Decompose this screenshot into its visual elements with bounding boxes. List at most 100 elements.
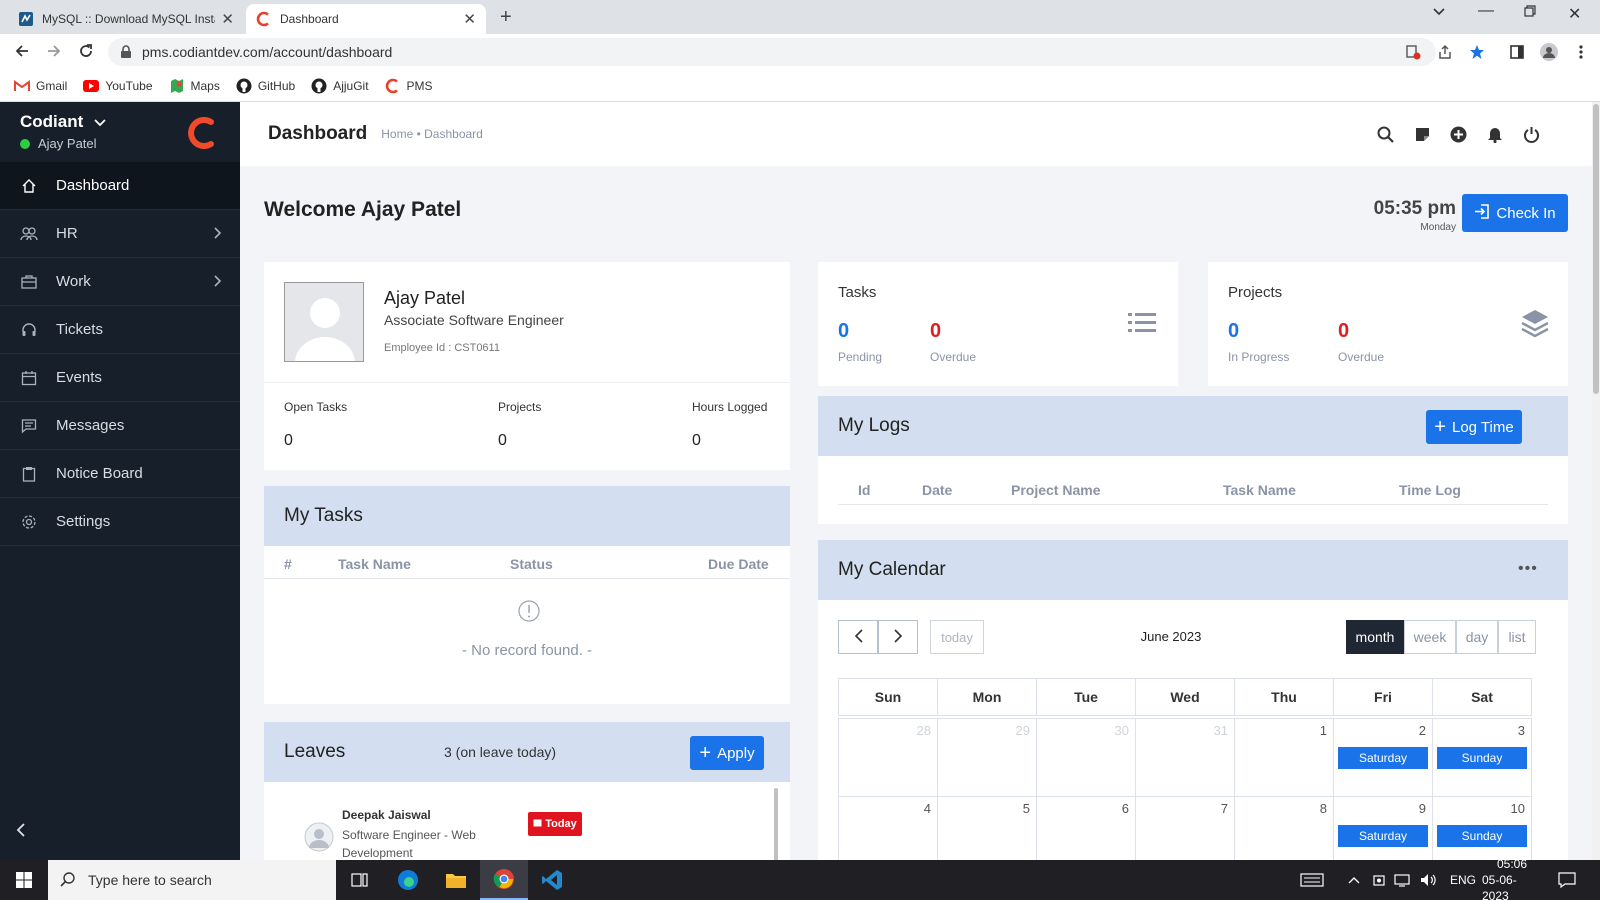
sidebar-item-hr[interactable]: HR <box>0 210 240 258</box>
calendar-event[interactable]: Saturday <box>1338 747 1428 769</box>
bookmark-star-icon[interactable] <box>1468 43 1486 61</box>
column-header-due-date[interactable]: Due Date <box>708 556 769 572</box>
tasks-pending-count[interactable]: 0 <box>838 320 849 343</box>
browser-tab-dashboard[interactable]: Dashboard ✕ <box>246 4 486 34</box>
add-circle-icon[interactable] <box>1448 124 1468 144</box>
close-tab-icon[interactable]: ✕ <box>221 10 234 28</box>
column-header-number[interactable]: # <box>284 556 292 572</box>
calendar-day-cell[interactable]: 9 Saturday <box>1333 796 1433 860</box>
scrollbar-thumb[interactable] <box>1593 104 1599 394</box>
sidebar-item-events[interactable]: Events <box>0 354 240 402</box>
calendar-event[interactable]: Saturday <box>1338 825 1428 847</box>
calendar-day-cell[interactable]: 29 <box>937 718 1037 797</box>
reload-icon[interactable] <box>78 43 94 64</box>
tab-search-icon[interactable] <box>1432 4 1446 23</box>
projects-in-progress-count[interactable]: 0 <box>1228 320 1239 343</box>
meet-now-icon[interactable] <box>1372 860 1386 900</box>
forward-icon[interactable] <box>46 43 62 64</box>
log-time-button[interactable]: + Log Time <box>1426 410 1522 444</box>
search-icon[interactable] <box>1375 124 1395 144</box>
bookmark-ajjugit[interactable]: AjjuGit <box>311 78 369 94</box>
column-header-status[interactable]: Status <box>510 556 553 572</box>
bookmark-github[interactable]: GitHub <box>236 78 295 94</box>
calendar-day-cell[interactable]: 8 <box>1234 796 1334 860</box>
minimize-icon[interactable]: — <box>1478 2 1494 20</box>
taskbar-search[interactable]: Type here to search <box>48 860 336 900</box>
calendar-day-cell[interactable]: 5 <box>937 796 1037 860</box>
close-window-icon[interactable]: ✕ <box>1568 4 1581 24</box>
close-tab-icon[interactable]: ✕ <box>463 10 476 28</box>
bookmark-maps[interactable]: Maps <box>169 78 220 94</box>
calendar-view-day[interactable]: day <box>1456 620 1498 654</box>
calendar-prev-button[interactable] <box>838 620 878 654</box>
notifications-icon[interactable] <box>1558 860 1576 900</box>
calendar-event[interactable]: Sunday <box>1437 747 1527 769</box>
network-icon[interactable] <box>1394 860 1412 900</box>
calendar-day-cell[interactable]: 30 <box>1036 718 1136 797</box>
column-header-id[interactable]: Id <box>858 482 870 498</box>
edge-icon[interactable] <box>384 860 432 900</box>
column-header-task-name[interactable]: Task Name <box>1223 482 1296 498</box>
vscode-icon[interactable] <box>528 860 576 900</box>
bookmark-pms[interactable]: PMS <box>385 78 433 94</box>
bookmark-gmail[interactable]: Gmail <box>14 78 67 94</box>
system-clock[interactable]: 05:06 05-06-2023 <box>1482 857 1542 900</box>
calendar-day-cell[interactable]: 28 <box>838 718 938 797</box>
calendar-day-cell[interactable]: 1 <box>1234 718 1334 797</box>
profile-avatar-icon[interactable] <box>1540 43 1558 61</box>
scrollbar[interactable] <box>774 788 778 860</box>
volume-icon[interactable] <box>1420 860 1438 900</box>
calendar-day-cell[interactable]: 2 Saturday <box>1333 718 1433 797</box>
sidebar-item-dashboard[interactable]: Dashboard <box>0 162 240 210</box>
column-header-time-log[interactable]: Time Log <box>1399 482 1461 498</box>
calendar-view-week[interactable]: week <box>1404 620 1456 654</box>
page-scrollbar[interactable] <box>1592 102 1600 860</box>
back-icon[interactable] <box>14 43 30 64</box>
sidebar-item-settings[interactable]: Settings <box>0 498 240 546</box>
new-tab-icon[interactable]: + <box>500 6 512 29</box>
sidebar-item-messages[interactable]: Messages <box>0 402 240 450</box>
calendar-day-cell[interactable]: 10 Sunday <box>1432 796 1532 860</box>
browser-menu-icon[interactable] <box>1572 43 1590 61</box>
calendar-view-list[interactable]: list <box>1498 620 1536 654</box>
power-icon[interactable] <box>1521 124 1541 144</box>
calendar-day-cell[interactable]: 6 <box>1036 796 1136 860</box>
address-bar[interactable]: pms.codiantdev.com/account/dashboard <box>108 38 1436 66</box>
calendar-view-month[interactable]: month <box>1346 620 1404 654</box>
sticky-note-icon[interactable] <box>1412 124 1432 144</box>
share-icon[interactable] <box>1436 43 1454 61</box>
restore-icon[interactable] <box>1524 4 1536 22</box>
column-header-project-name[interactable]: Project Name <box>1011 482 1100 498</box>
check-in-button[interactable]: Check In <box>1462 194 1568 232</box>
file-explorer-icon[interactable] <box>432 860 480 900</box>
more-options-icon[interactable]: ••• <box>1518 560 1538 578</box>
blocked-popup-icon[interactable] <box>1404 43 1422 61</box>
keyboard-icon[interactable] <box>1300 860 1324 900</box>
calendar-day-cell[interactable]: 4 <box>838 796 938 860</box>
calendar-day-cell[interactable]: 7 <box>1135 796 1235 860</box>
calendar-next-button[interactable] <box>878 620 918 654</box>
task-view-icon[interactable] <box>336 860 384 900</box>
side-panel-icon[interactable] <box>1508 43 1526 61</box>
breadcrumb[interactable]: Home • Dashboard <box>381 127 483 141</box>
sidebar-item-tickets[interactable]: Tickets <box>0 306 240 354</box>
windows-start-icon[interactable] <box>0 860 48 900</box>
calendar-day-cell[interactable]: 3 Sunday <box>1432 718 1532 797</box>
chevron-up-icon[interactable] <box>1348 860 1360 900</box>
tasks-overdue-count[interactable]: 0 <box>930 320 941 343</box>
sidebar-item-work[interactable]: Work <box>0 258 240 306</box>
column-header-task-name[interactable]: Task Name <box>338 556 411 572</box>
bell-icon[interactable] <box>1485 124 1505 144</box>
column-header-date[interactable]: Date <box>922 482 952 498</box>
lock-icon[interactable] <box>120 45 134 59</box>
calendar-today-button[interactable]: today <box>930 620 984 654</box>
language-indicator[interactable]: ENG <box>1450 860 1476 900</box>
calendar-day-cell[interactable]: 31 <box>1135 718 1235 797</box>
browser-tab-mysql[interactable]: MySQL :: Download MySQL Insta ✕ <box>8 4 244 34</box>
sidebar-item-notice-board[interactable]: Notice Board <box>0 450 240 498</box>
collapse-sidebar-icon[interactable] <box>16 823 26 840</box>
apply-leave-button[interactable]: + Apply <box>690 736 764 770</box>
calendar-event[interactable]: Sunday <box>1437 825 1527 847</box>
projects-overdue-count[interactable]: 0 <box>1338 320 1349 343</box>
chrome-icon[interactable] <box>480 860 528 900</box>
